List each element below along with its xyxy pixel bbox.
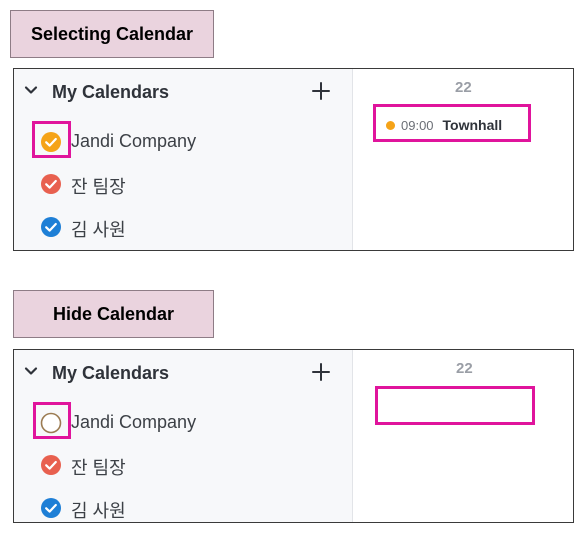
chevron-down-icon[interactable] (24, 83, 38, 97)
calendar-item-kim-employee[interactable]: 김 사원 (14, 209, 352, 245)
calendar-sidebar: My Calendars Jandi Company 잔 팀장 김 사원 (14, 350, 353, 522)
calendar-item-jandi-company[interactable]: Jandi Company (14, 124, 352, 160)
event-title: Townhall (442, 117, 503, 133)
event-townhall[interactable]: 09:00 Townhall (386, 117, 502, 133)
my-calendars-header[interactable]: My Calendars (14, 69, 352, 115)
calendar-sidebar: My Calendars Jandi Company 잔 팀장 김 사원 (14, 69, 353, 250)
add-calendar-plus-icon[interactable] (309, 79, 333, 103)
my-calendars-title: My Calendars (52, 363, 170, 383)
day-number: 22 (456, 360, 473, 377)
checked-circle-icon[interactable] (40, 497, 62, 519)
calendar-item-jandi-company[interactable]: Jandi Company (14, 405, 352, 441)
calendar-name: 잔 팀장 (71, 458, 126, 478)
unchecked-circle-icon[interactable] (40, 412, 62, 434)
calendar-item-jan-team-leader[interactable]: 잔 팀장 (14, 166, 352, 202)
calendar-panel-hide: My Calendars Jandi Company 잔 팀장 김 사원 22 (13, 349, 574, 523)
calendar-item-jan-team-leader[interactable]: 잔 팀장 (14, 447, 352, 483)
checked-circle-icon[interactable] (40, 131, 62, 153)
event-dot-icon (386, 120, 395, 130)
checked-circle-icon[interactable] (40, 454, 62, 476)
event-time: 09:00 (401, 117, 434, 133)
section-label-selecting: Selecting Calendar (10, 10, 214, 58)
my-calendars-header[interactable]: My Calendars (14, 350, 352, 396)
calendar-name: 잔 팀장 (71, 177, 126, 197)
checked-circle-icon[interactable] (40, 173, 62, 195)
checked-circle-icon[interactable] (40, 216, 62, 238)
add-calendar-plus-icon[interactable] (309, 360, 333, 384)
my-calendars-title: My Calendars (52, 82, 170, 102)
calendar-name: Jandi Company (71, 131, 197, 151)
day-number: 22 (455, 79, 472, 96)
chevron-down-icon[interactable] (24, 364, 38, 378)
calendar-name: 김 사원 (71, 220, 126, 240)
calendar-name: 김 사원 (71, 501, 126, 521)
calendar-item-kim-employee[interactable]: 김 사원 (14, 490, 352, 526)
calendar-panel-selecting: My Calendars Jandi Company 잔 팀장 김 사원 22 … (13, 68, 574, 251)
section-label-hide: Hide Calendar (13, 290, 214, 338)
calendar-name: Jandi Company (71, 412, 197, 432)
